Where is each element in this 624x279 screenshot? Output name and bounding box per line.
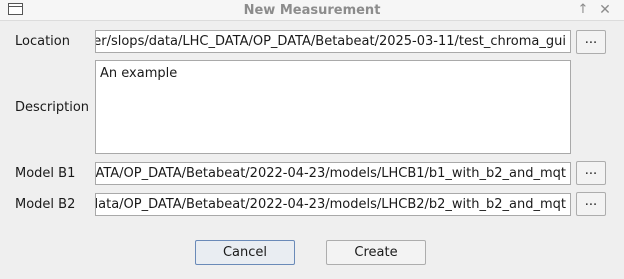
description-textarea[interactable]: An example [95, 60, 571, 154]
model-b2-input[interactable]: data/OP_DATA/Betabeat/2022-04-23/models/… [95, 193, 571, 216]
title-bar[interactable]: New Measurement ↑ ✕ [0, 0, 624, 21]
model-b2-value: data/OP_DATA/Betabeat/2022-04-23/models/… [95, 197, 566, 212]
model-b2-browse-button[interactable]: ... [576, 192, 606, 216]
window-title: New Measurement [243, 3, 381, 18]
restore-icon[interactable]: ↑ [574, 1, 592, 19]
model-b2-label: Model B2 [15, 197, 76, 212]
create-button[interactable]: Create [326, 240, 426, 265]
close-icon[interactable]: ✕ [596, 1, 614, 19]
cancel-button[interactable]: Cancel [195, 240, 295, 265]
model-b1-value: ATA/OP_DATA/Betabeat/2022-04-23/models/L… [95, 166, 566, 181]
description-value: An example [100, 66, 178, 81]
model-b1-browse-button[interactable]: ... [576, 161, 606, 185]
description-label: Description [15, 100, 90, 115]
location-input[interactable]: er/slops/data/LHC_DATA/OP_DATA/Betabeat/… [95, 30, 571, 53]
location-value: er/slops/data/LHC_DATA/OP_DATA/Betabeat/… [95, 34, 566, 49]
location-browse-button[interactable]: ... [576, 30, 606, 54]
model-b1-input[interactable]: ATA/OP_DATA/Betabeat/2022-04-23/models/L… [95, 162, 571, 185]
model-b1-label: Model B1 [15, 166, 76, 181]
location-label: Location [15, 34, 70, 49]
